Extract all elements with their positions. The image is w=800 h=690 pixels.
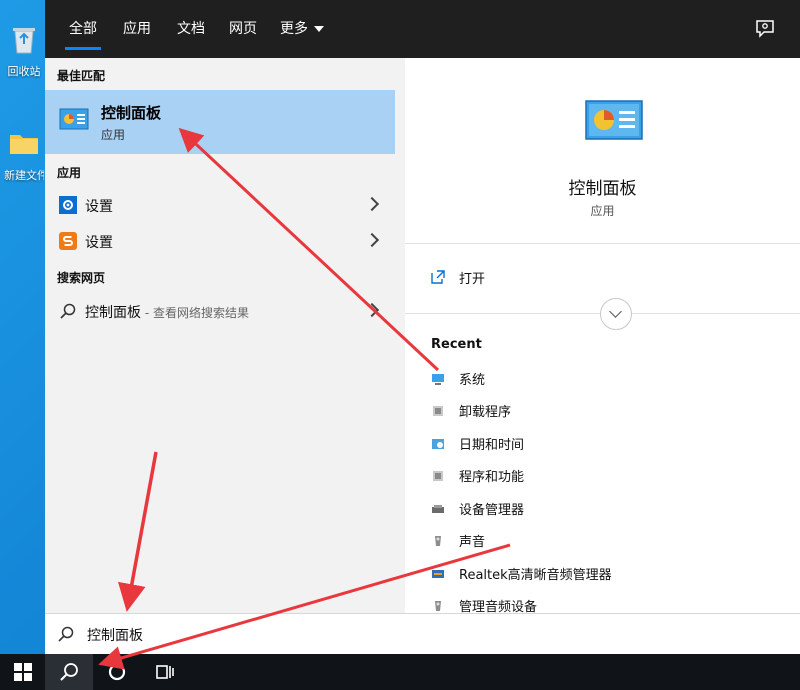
control-panel-icon (59, 108, 89, 130)
feedback-icon[interactable] (754, 18, 776, 40)
app-result-label: 设置 (85, 235, 113, 251)
task-view-button[interactable] (141, 654, 189, 690)
open-label: 打开 (459, 272, 486, 287)
detail-header: 控制面板 应用 (405, 58, 800, 243)
control-panel-icon (585, 100, 643, 140)
taskbar-search-button[interactable] (45, 654, 93, 690)
tab-web[interactable]: 网页 (217, 0, 269, 58)
search-panel: 全部 应用 文档 网页 更多 最佳匹配 控制面板 应用 应用 设置 设置 搜索网… (45, 0, 800, 655)
recent-item-label: 设备管理器 (459, 503, 525, 518)
tab-apps[interactable]: 应用 (111, 0, 163, 58)
app-result-settings[interactable]: 设置 (45, 188, 395, 222)
chevron-right-icon[interactable] (364, 196, 380, 212)
search-icon (60, 663, 78, 681)
detail-pane: 控制面板 应用 打开 Recent 系统 卸载程序 日期和时间 程序和功能 设备… (405, 58, 800, 615)
tab-more[interactable]: 更多 (271, 0, 333, 58)
web-search-text: 控制面板 - 查看网络搜索结果 (85, 302, 249, 322)
programs-icon (433, 471, 443, 481)
desktop-icon-label: 新建文件夹 (4, 169, 44, 182)
app-result-settings-sogou[interactable]: 设置 (45, 224, 395, 258)
desktop-icon-recycle-bin[interactable]: 回收站 (4, 22, 44, 79)
gear-icon (59, 196, 77, 214)
recent-item-label: 卸载程序 (459, 405, 512, 420)
web-search-heading: 搜索网页 (57, 271, 106, 285)
results-list: 最佳匹配 控制面板 应用 应用 设置 设置 搜索网页 控制面板 - 查看网络搜索… (45, 58, 395, 613)
speaker-icon (435, 536, 441, 546)
cortana-button[interactable] (93, 654, 141, 690)
search-icon (60, 303, 76, 319)
recent-item-label: 声音 (459, 535, 486, 550)
chevron-right-icon[interactable] (364, 232, 380, 248)
open-icon (431, 270, 445, 284)
best-match-control-panel[interactable]: 控制面板 应用 (45, 90, 395, 154)
best-match-heading: 最佳匹配 (57, 69, 106, 83)
search-input[interactable] (85, 622, 769, 648)
system-icon (432, 374, 444, 385)
taskbar (0, 654, 800, 690)
recycle-bin-icon (13, 28, 35, 54)
folder-icon (10, 135, 38, 154)
web-search-query: 控制面板 (85, 305, 141, 321)
recent-item-label: 系统 (459, 373, 486, 388)
search-box[interactable] (45, 613, 800, 655)
search-icon (58, 626, 74, 642)
best-match-title: 控制面板 (101, 104, 162, 122)
recent-item-label: 日期和时间 (459, 438, 525, 453)
speaker-icon (435, 601, 441, 611)
chevron-down-icon (609, 305, 622, 318)
detail-title: 控制面板 (568, 179, 637, 199)
divider (405, 243, 800, 244)
recent-item-label: 程序和功能 (459, 470, 525, 485)
desktop-icon-label: 回收站 (7, 65, 41, 78)
tab-documents[interactable]: 文档 (165, 0, 217, 58)
expand-button[interactable] (600, 298, 632, 330)
clock-icon (432, 439, 444, 449)
windows-logo-icon (14, 663, 32, 681)
device-manager-icon (432, 505, 444, 513)
tab-all[interactable]: 全部 (55, 0, 111, 58)
chevron-down-icon (314, 26, 324, 32)
detail-subtitle: 应用 (590, 204, 615, 218)
best-match-subtitle: 应用 (101, 128, 126, 142)
sogou-s-icon (59, 232, 77, 250)
search-tabs: 全部 应用 文档 网页 更多 (45, 0, 800, 58)
chevron-right-icon[interactable] (364, 302, 380, 318)
desktop-icon-folder[interactable]: 新建文件夹 (4, 126, 44, 183)
web-search-result[interactable]: 控制面板 - 查看网络搜索结果 (45, 294, 395, 328)
cortana-circle-icon (108, 663, 126, 681)
programs-icon (433, 406, 443, 416)
apps-heading: 应用 (57, 166, 82, 180)
audio-manager-icon (432, 570, 444, 578)
web-search-suffix: - 查看网络搜索结果 (141, 306, 249, 320)
recent-item-label: Realtek高清晰音频管理器 (459, 568, 612, 583)
start-button[interactable] (0, 654, 48, 690)
task-view-icon (156, 665, 174, 679)
app-result-label: 设置 (85, 199, 113, 215)
recent-heading: Recent (431, 337, 482, 352)
